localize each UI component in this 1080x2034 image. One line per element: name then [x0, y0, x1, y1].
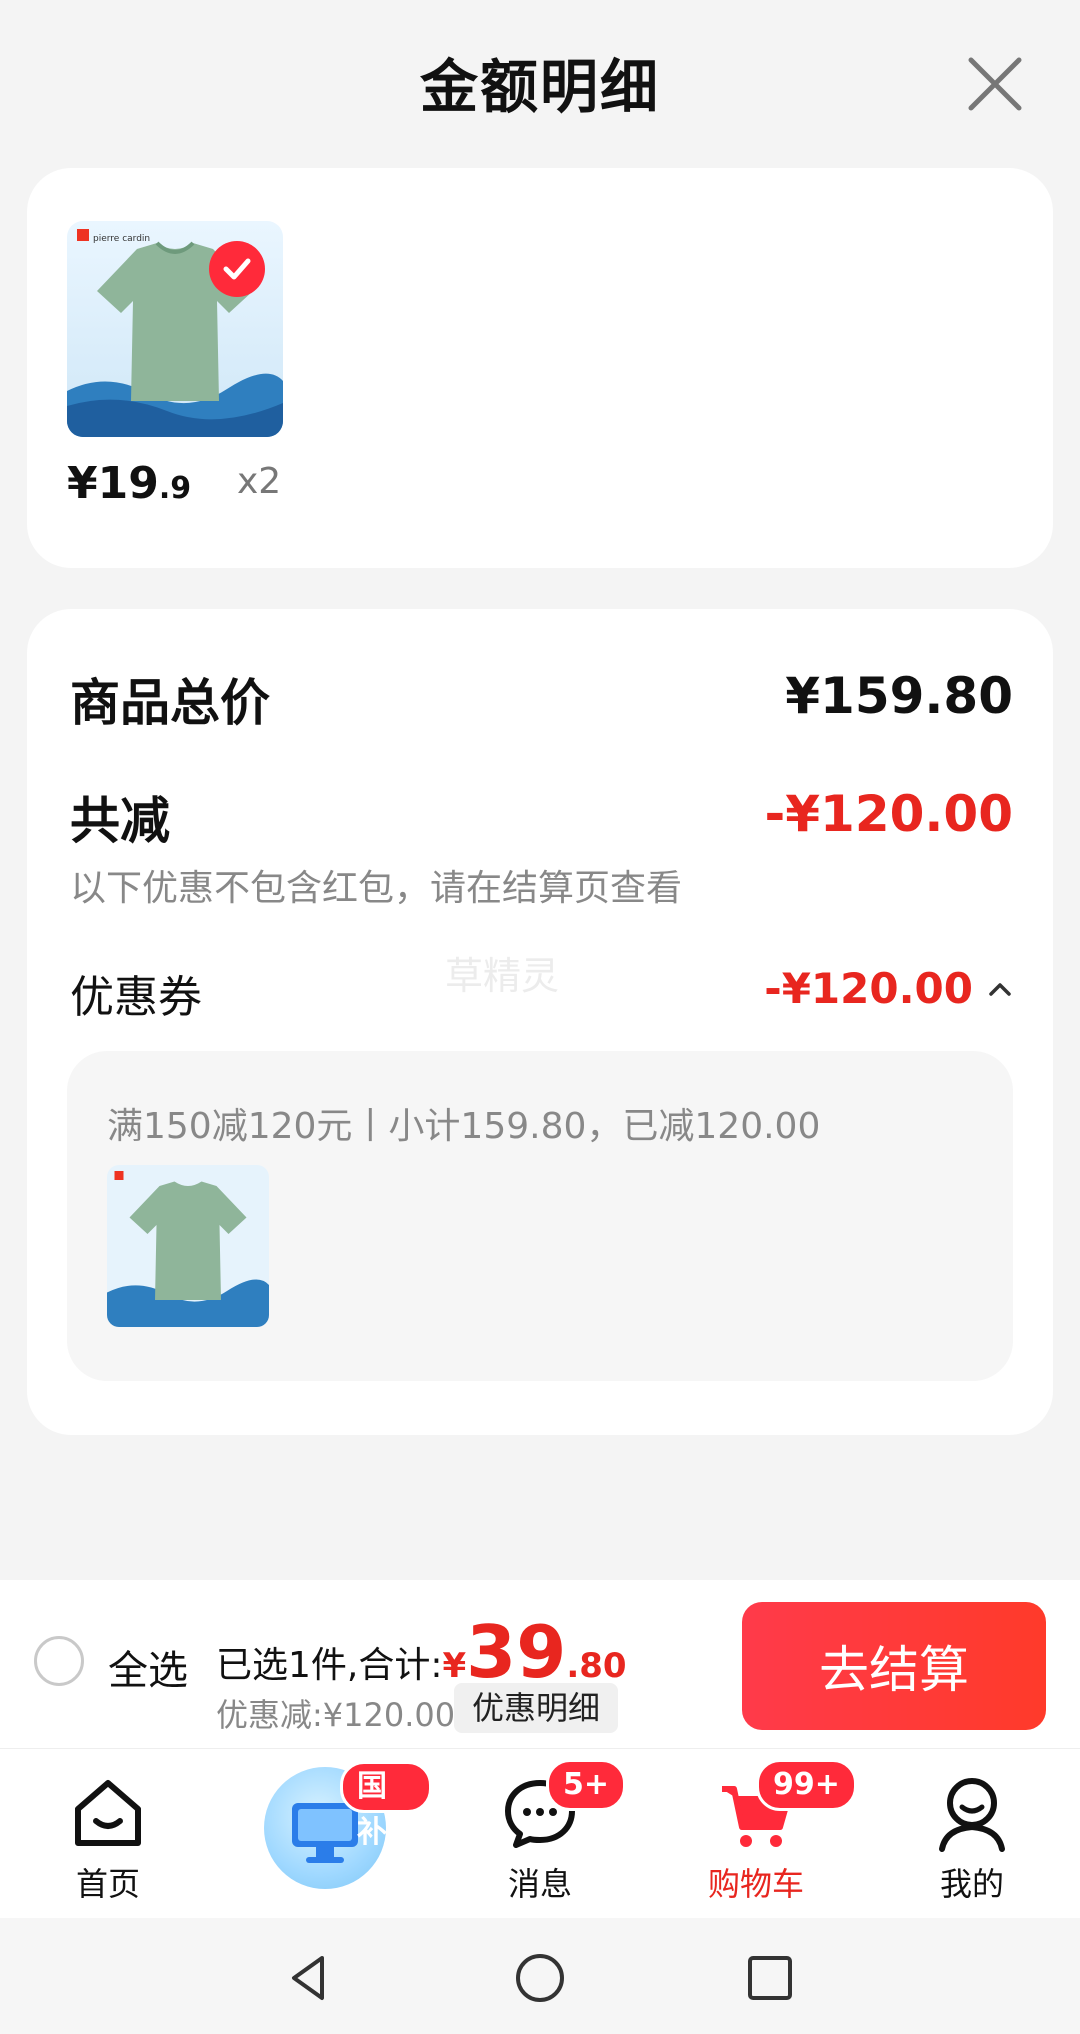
discount-total-value: -¥120.00 [764, 785, 1014, 843]
discount-detail-button[interactable]: 优惠明细 [454, 1683, 619, 1733]
checkout-bar: 全选 已选1件,合计:¥39.80 优惠减:¥120.00 优惠明细 去结算 [0, 1580, 1080, 1748]
discount-amount: 优惠减:¥120.00 [216, 1696, 456, 1734]
selected-count-text: 已选1件,合计: [216, 1645, 443, 1686]
tab-profile[interactable]: 我的 [864, 1749, 1080, 1919]
product-card: pierre cardin ¥19.9 x2 [27, 168, 1053, 568]
item-price-dec: .9 [158, 471, 192, 506]
total-amount-dec: .80 [566, 1646, 627, 1686]
tab-messages-label: 消息 [507, 1865, 572, 1903]
item-price-int: ¥19 [67, 458, 159, 509]
product-image[interactable]: pierre cardin [67, 221, 283, 437]
tab-profile-label: 我的 [939, 1865, 1004, 1903]
discount-note: 以下优惠不包含红包，请在结算页查看 [70, 868, 683, 909]
home-icon [75, 1780, 141, 1846]
coupon-product-image[interactable] [107, 1165, 269, 1327]
tab-messages[interactable]: 5+ 消息 [432, 1749, 648, 1919]
total-currency: ¥ [442, 1646, 467, 1686]
system-nav-bar [0, 1918, 1080, 2034]
gov-subsidy-badge: 国补 [340, 1761, 432, 1850]
close-icon[interactable] [963, 52, 1027, 116]
selected-check-icon[interactable] [209, 241, 265, 297]
svg-text:pierre cardin: pierre cardin [93, 234, 150, 244]
price-summary-card: 商品总价 ¥159.80 共减 -¥120.00 以下优惠不包含红包，请在结算页… [27, 609, 1053, 1435]
recent-apps-icon[interactable] [742, 1950, 798, 2006]
tab-home-label: 首页 [75, 1865, 140, 1903]
tab-home[interactable]: 首页 [0, 1749, 216, 1919]
select-all-radio[interactable] [34, 1636, 84, 1686]
watermark-text: 草精灵 [445, 954, 560, 998]
item-price: ¥19.9 [67, 458, 191, 509]
tshirt-image [107, 1165, 269, 1327]
messages-badge: 5+ [546, 1759, 627, 1811]
chevron-up-icon [989, 982, 1011, 996]
select-all-label[interactable]: 全选 [108, 1638, 188, 1696]
back-icon[interactable] [282, 1950, 338, 2006]
sheet-title: 金额明细 [419, 53, 660, 121]
coupon-detail-box: 满150减120元丨小计159.80，已减120.00 [67, 1051, 1013, 1381]
checkout-button[interactable]: 去结算 [742, 1602, 1046, 1730]
tab-gov-subsidy[interactable]: 国补 [216, 1749, 432, 1919]
profile-icon [939, 1778, 1005, 1852]
item-quantity: x2 [237, 461, 282, 502]
cart-badge: 99+ [756, 1759, 857, 1811]
discount-total-label: 共减 [70, 792, 170, 850]
tab-cart-label: 购物车 [707, 1865, 804, 1903]
home-circle-icon[interactable] [512, 1950, 568, 2006]
coupon-label: 优惠券 [70, 972, 202, 1023]
coupon-toggle[interactable]: -¥120.00 [764, 964, 1013, 1013]
amount-detail-sheet: 金额明细 pierre cardin ¥19.9 x2 商品总价 ¥159.80… [0, 0, 1080, 1580]
coupon-value: -¥120.00 [764, 964, 973, 1013]
checkout-summary: 已选1件,合计:¥39.80 [216, 1610, 627, 1694]
bottom-tab-bar: 首页 国补 5+ 消息 99+ 购物车 我的 [0, 1748, 1080, 1919]
coupon-detail-text: 满150减120元丨小计159.80，已减120.00 [107, 1106, 821, 1147]
total-amount-int: 39 [466, 1610, 567, 1694]
total-value: ¥159.80 [785, 667, 1013, 725]
tab-cart[interactable]: 99+ 购物车 [648, 1749, 864, 1919]
total-label: 商品总价 [70, 674, 270, 732]
